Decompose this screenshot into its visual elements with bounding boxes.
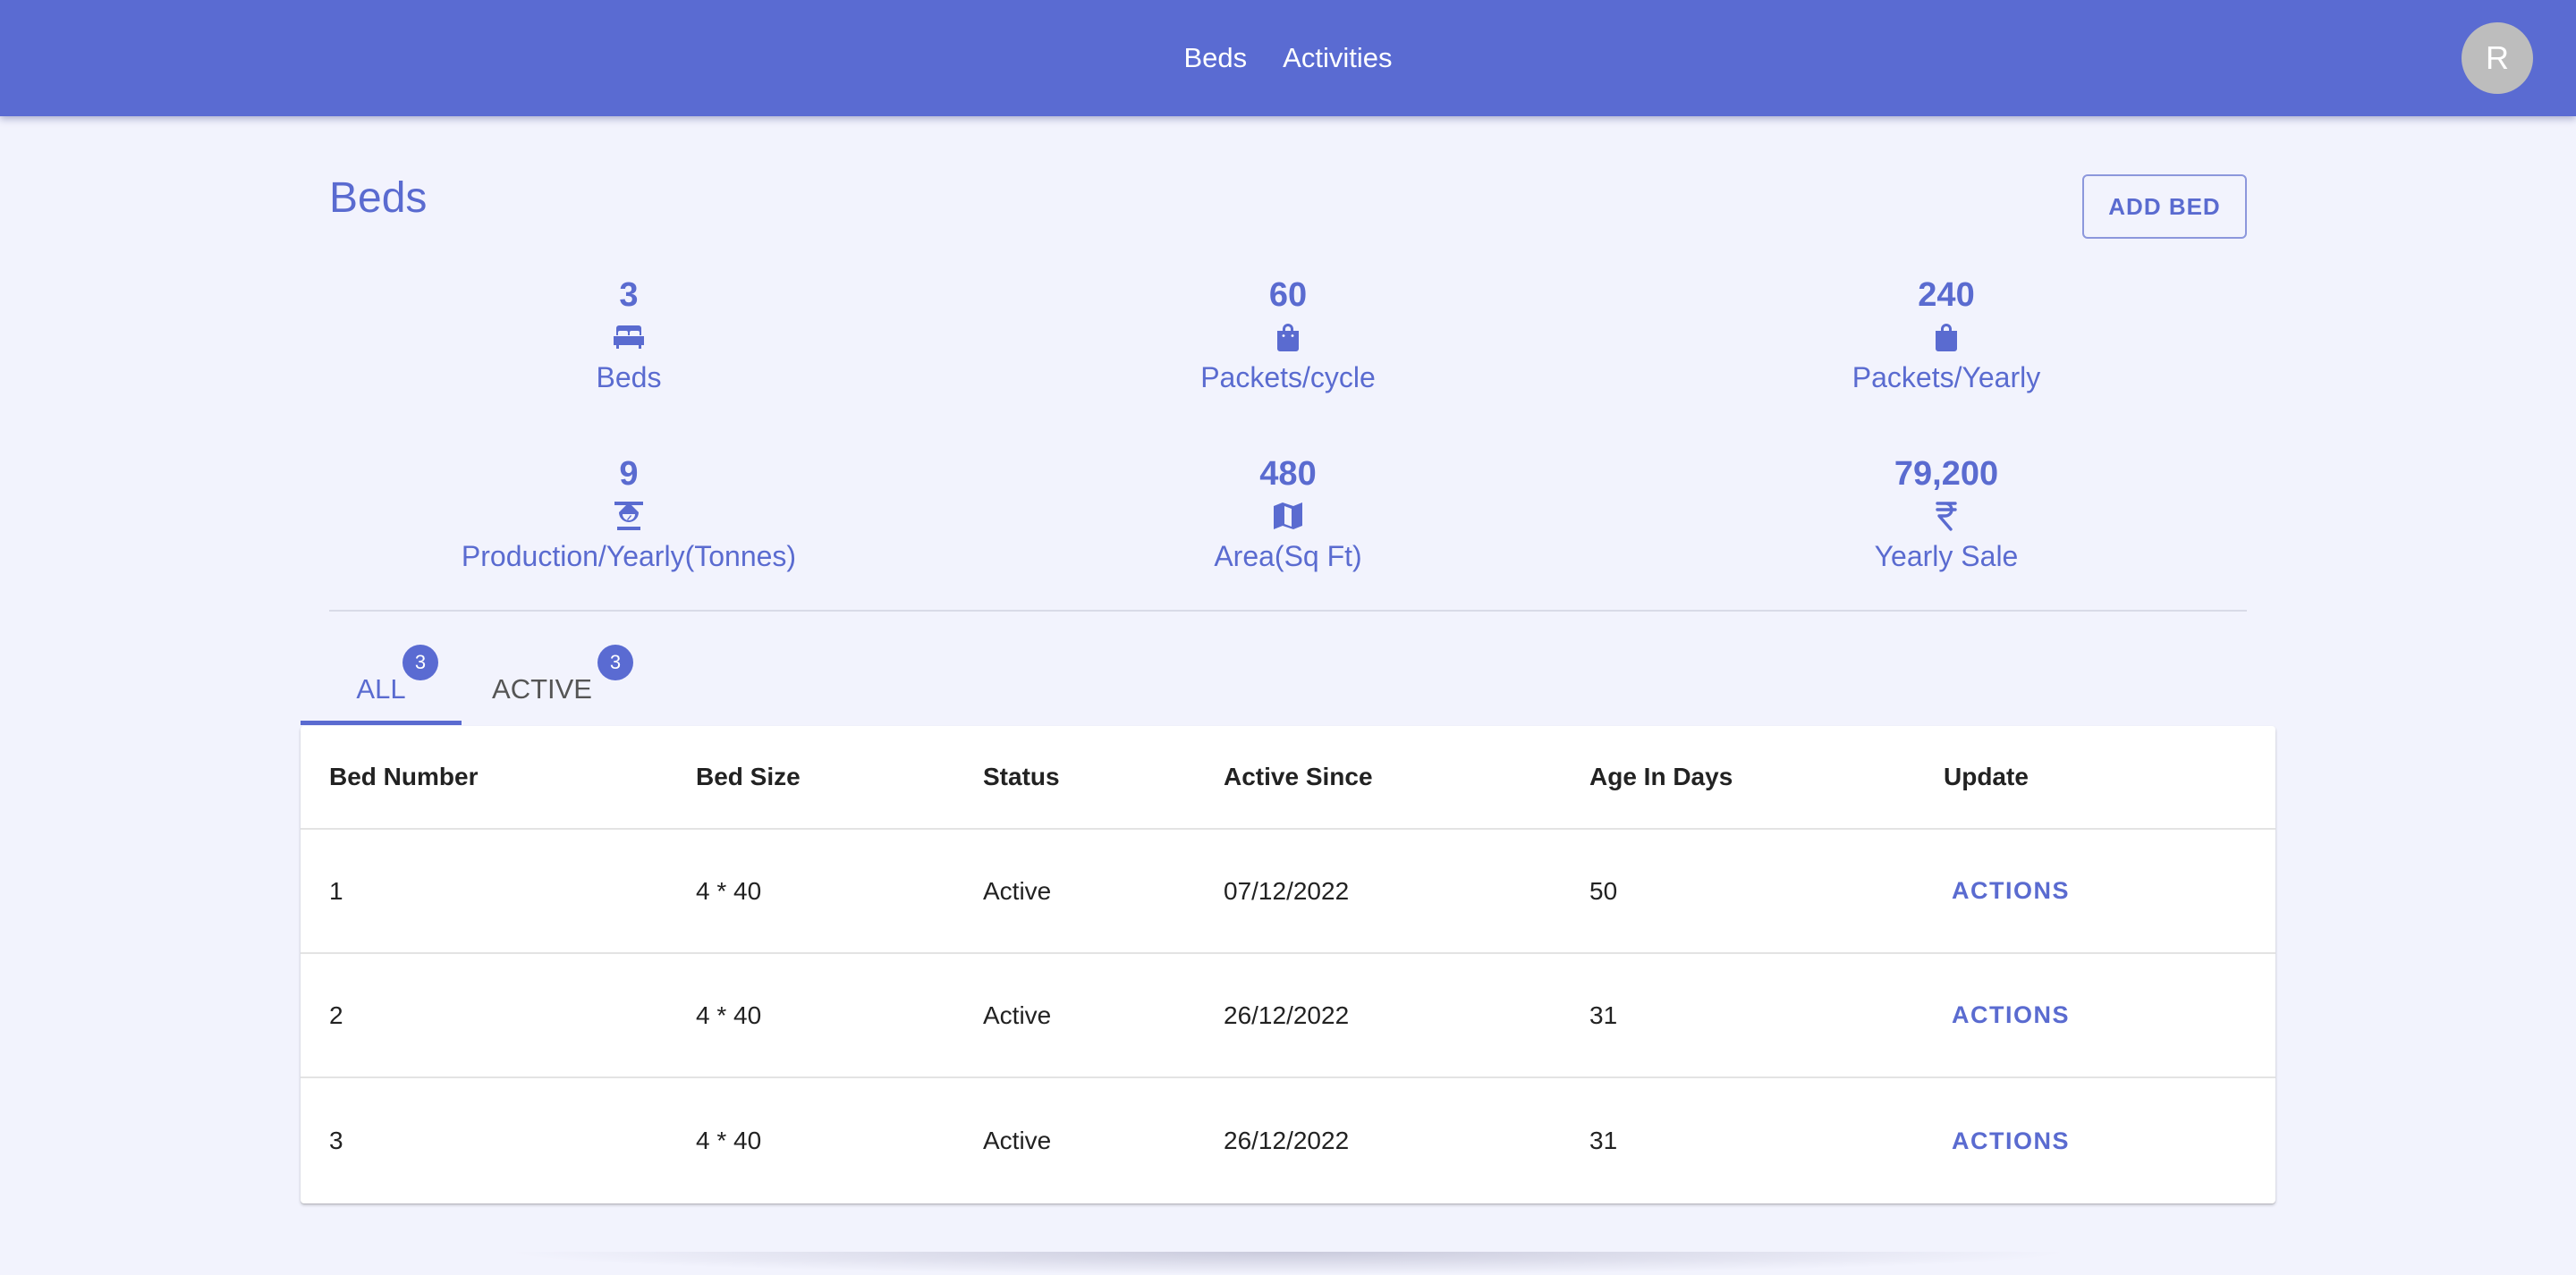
actions-button[interactable]: ACTIONS [1952,954,2070,1077]
bed-icon [378,317,879,357]
app-bar: Beds Activities R [0,0,2576,116]
stat-label: Yearly Sale [1874,540,2019,572]
bottom-shadow [501,1252,2075,1275]
tab-label: ACTIVE [492,673,592,705]
table-row: 2 4 * 40 Active 26/12/2022 31 ACTIONS [301,954,2275,1078]
actions-button[interactable]: ACTIONS [1952,1078,2070,1203]
cell-status: Active [983,876,1052,905]
bag-icon [1696,317,2197,357]
stat-value: 240 [1918,276,1975,314]
stat-value: 60 [1268,276,1308,314]
column-header: Active Since [1224,763,1373,790]
column-header: Status [983,763,1060,790]
stat-yearly-sale: 79,200 Yearly Sale [1696,452,2197,577]
beds-table: Bed Number Bed Size Status Active Since … [301,726,2275,1203]
tab-label: ALL [356,673,406,705]
table-header-row: Bed Number Bed Size Status Active Since … [301,726,2275,830]
bag-icon [1038,317,1538,357]
cell-bed-number: 2 [329,1001,343,1029]
section-divider [329,610,2247,612]
stat-label: Area(Sq Ft) [1214,540,1362,572]
stat-label: Beds [596,361,662,393]
actions-button[interactable]: ACTIONS [1952,830,2070,952]
stat-packets-cycle: 60 Packets/cycle [1038,273,1538,398]
cell-active-since: 26/12/2022 [1224,1001,1350,1029]
cell-bed-size: 4 * 40 [696,1127,762,1154]
column-header: Update [1944,763,2029,790]
cell-status: Active [983,1001,1052,1029]
column-header: Bed Number [329,763,479,790]
cell-active-since: 07/12/2022 [1224,876,1350,905]
add-bed-button[interactable]: ADD BED [2082,174,2247,239]
stat-area: 480 Area(Sq Ft) [1038,452,1538,577]
cell-age-in-days: 31 [1589,1001,1618,1029]
table-row: 1 4 * 40 Active 07/12/2022 50 ACTIONS [301,830,2275,954]
column-header: Bed Size [696,763,801,790]
rupee-icon [1696,496,2197,536]
main-nav: Beds Activities [0,0,2576,116]
scale-icon [378,496,879,536]
cell-status: Active [983,1127,1052,1154]
stat-label: Production/Yearly(Tonnes) [461,540,797,572]
map-icon [1038,496,1538,536]
tab-indicator [301,721,462,725]
cell-bed-size: 4 * 40 [696,1001,762,1029]
stat-beds: 3 Beds [378,273,879,398]
cell-bed-number: 3 [329,1127,343,1154]
cell-bed-size: 4 * 40 [696,876,762,905]
cell-age-in-days: 31 [1589,1127,1618,1154]
cell-active-since: 26/12/2022 [1224,1127,1350,1154]
column-header: Age In Days [1589,763,1733,790]
cell-age-in-days: 50 [1589,876,1618,905]
nav-link-activities[interactable]: Activities [1283,42,1392,74]
stat-value: 480 [1259,455,1317,493]
tab-all-count-badge: 3 [402,645,438,680]
table-row: 3 4 * 40 Active 26/12/2022 31 ACTIONS [301,1078,2275,1203]
stat-value: 79,200 [1894,455,1999,493]
nav-link-beds[interactable]: Beds [1184,42,1248,74]
stat-label: Packets/cycle [1200,361,1376,393]
stat-value: 3 [619,276,639,314]
tab-active-count-badge: 3 [597,645,633,680]
cell-bed-number: 1 [329,876,343,905]
stat-label: Packets/Yearly [1852,361,2041,393]
user-avatar[interactable]: R [2462,22,2533,94]
stat-value: 9 [619,455,639,493]
page-title: Beds [329,174,428,222]
stat-production-yearly: 9 Production/Yearly(Tonnes) [378,452,879,577]
stat-packets-yearly: 240 Packets/Yearly [1696,273,2197,398]
